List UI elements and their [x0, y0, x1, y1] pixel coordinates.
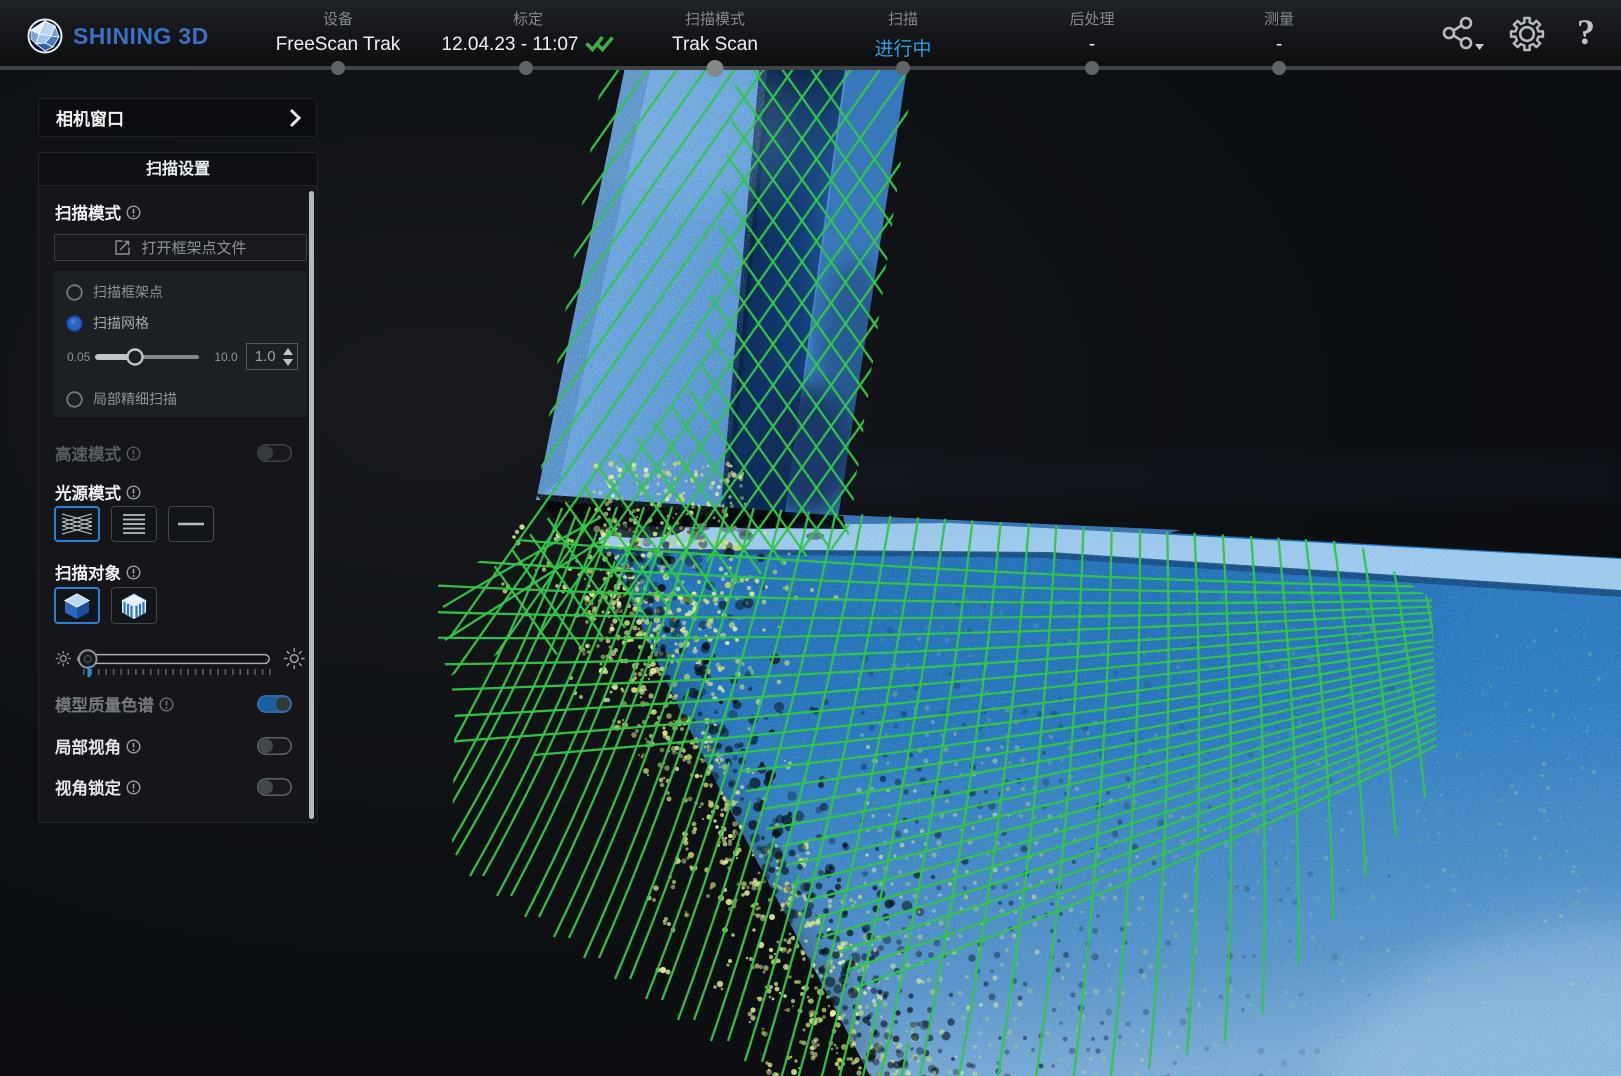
- svg-text:?: ?: [1577, 14, 1595, 52]
